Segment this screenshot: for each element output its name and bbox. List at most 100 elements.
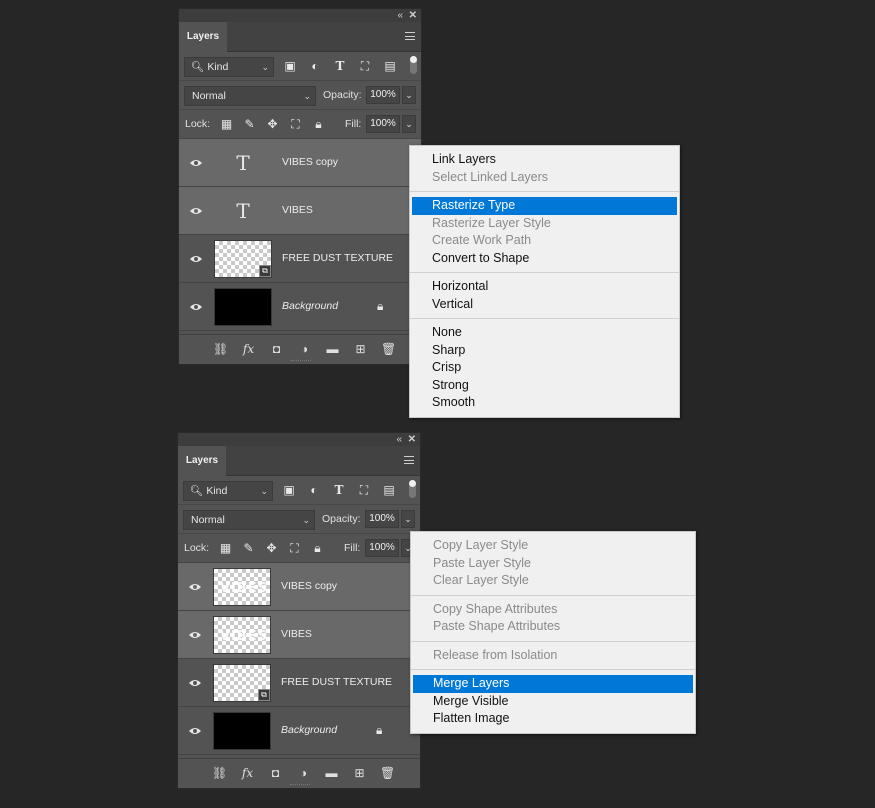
- menu-item-merge-visible[interactable]: Merge Visible: [413, 693, 693, 711]
- menu-item-none[interactable]: None: [412, 324, 677, 342]
- fill-chevron-icon[interactable]: ⌄: [402, 115, 416, 133]
- new-layer-icon[interactable]: ⊞: [353, 341, 368, 357]
- tab-layers[interactable]: Layers: [178, 446, 226, 476]
- blend-mode-select[interactable]: Normal ⌄: [184, 86, 316, 106]
- trash-icon[interactable]: 🗑︎: [381, 341, 396, 357]
- menu-item-horizontal[interactable]: Horizontal: [412, 278, 677, 296]
- image-filter-icon[interactable]: ▣: [283, 57, 297, 75]
- collapse-icon[interactable]: «: [397, 9, 403, 22]
- eye-icon[interactable]: [188, 676, 202, 690]
- menu-group: Link Layers Select Linked Layers: [410, 146, 679, 192]
- fill-label: Fill:: [344, 542, 361, 554]
- fill-label: Fill:: [345, 118, 362, 130]
- type-layer-thumb: T: [236, 151, 250, 175]
- close-icon[interactable]: ✕: [409, 9, 417, 22]
- menu-item-link-layers[interactable]: Link Layers: [412, 151, 677, 169]
- opacity-input[interactable]: 100%: [366, 86, 400, 104]
- eye-icon[interactable]: [189, 156, 203, 170]
- menu-item-convert-to-shape[interactable]: Convert to Shape: [412, 250, 677, 268]
- fx-icon[interactable]: fx: [241, 341, 256, 357]
- lock-all-icon[interactable]: 🔒︎: [311, 117, 326, 132]
- fill-input[interactable]: 100%: [365, 539, 399, 557]
- opacity-chevron-icon[interactable]: ⌄: [402, 86, 416, 104]
- layer-name: Background: [282, 300, 339, 312]
- menu-item-rasterize-type[interactable]: Rasterize Type: [412, 197, 677, 215]
- lock-all-icon[interactable]: 🔒︎: [310, 541, 325, 556]
- filter-kind-select[interactable]: 🔍︎ Kind ⌄: [183, 481, 273, 501]
- layer-row[interactable]: Background 🔒︎: [179, 283, 421, 331]
- eye-icon[interactable]: [188, 724, 202, 738]
- resize-grip[interactable]: [290, 784, 310, 787]
- filter-toggle[interactable]: [410, 56, 417, 74]
- link-icon[interactable]: ⛓: [212, 765, 227, 781]
- mask-icon[interactable]: ◘: [269, 341, 284, 357]
- filter-kind-select[interactable]: 🔍︎ Kind ⌄: [184, 57, 274, 77]
- layer-name: FREE DUST TEXTURE: [281, 676, 393, 688]
- type-filter-icon[interactable]: T: [332, 481, 346, 499]
- menu-item-flatten-image[interactable]: Flatten Image: [413, 710, 693, 728]
- eye-icon[interactable]: [188, 628, 202, 642]
- new-layer-icon[interactable]: ⊞: [352, 765, 367, 781]
- menu-item-create-work-path: Create Work Path: [432, 233, 532, 247]
- opacity-label: Opacity:: [322, 513, 361, 525]
- tab-layers[interactable]: Layers: [179, 22, 227, 52]
- layer-thumbnail: ⧉: [214, 240, 272, 278]
- lock-brush-icon[interactable]: ✎: [242, 117, 257, 132]
- eye-icon[interactable]: [189, 252, 203, 266]
- blend-mode-select[interactable]: Normal ⌄: [183, 510, 315, 530]
- shape-filter-icon[interactable]: ⛶: [357, 481, 371, 499]
- adjustment-filter-icon[interactable]: ◐: [308, 57, 322, 75]
- menu-item-crisp[interactable]: Crisp: [412, 359, 677, 377]
- layer-row[interactable]: Background 🔒︎: [178, 707, 420, 755]
- link-icon[interactable]: ⛓: [213, 341, 228, 357]
- menu-item-merge-layers[interactable]: Merge Layers: [413, 675, 693, 693]
- layer-row[interactable]: VIBES VIBES: [178, 611, 420, 659]
- fx-icon[interactable]: fx: [240, 765, 255, 781]
- filter-toggle[interactable]: [409, 480, 416, 498]
- opacity-chevron-icon[interactable]: ⌄: [401, 510, 415, 528]
- layer-row[interactable]: VIBES VIBES copy: [178, 563, 420, 611]
- smart-object-filter-icon[interactable]: ▤: [383, 57, 397, 75]
- menu-item-vertical[interactable]: Vertical: [412, 296, 677, 314]
- lock-artboard-icon[interactable]: ⛶: [288, 117, 303, 132]
- image-filter-icon[interactable]: ▣: [282, 481, 296, 499]
- blend-row: Normal ⌄ Opacity: 100% ⌄: [178, 505, 420, 534]
- lock-transparent-icon[interactable]: ▦: [219, 117, 234, 132]
- lock-position-icon[interactable]: ✥: [265, 117, 280, 132]
- menu-item-sharp[interactable]: Sharp: [412, 342, 677, 360]
- adjustment-layer-icon[interactable]: ◑: [297, 341, 312, 357]
- collapse-icon[interactable]: «: [396, 433, 402, 446]
- lock-icon: 🔒︎: [376, 723, 383, 737]
- layer-row[interactable]: ⧉ FREE DUST TEXTURE: [178, 659, 420, 707]
- panel-menu-icon[interactable]: [404, 456, 414, 464]
- close-icon[interactable]: ✕: [408, 433, 416, 446]
- lock-position-icon[interactable]: ✥: [264, 541, 279, 556]
- eye-icon[interactable]: [189, 300, 203, 314]
- eye-icon[interactable]: [188, 580, 202, 594]
- menu-item-smooth[interactable]: Smooth: [412, 394, 677, 412]
- context-menu-2: Copy Layer Style Paste Layer Style Clear L…: [410, 531, 696, 734]
- folder-icon[interactable]: ▬: [324, 765, 339, 781]
- type-filter-icon[interactable]: T: [333, 57, 347, 75]
- layer-row[interactable]: T VIBES copy: [179, 139, 421, 187]
- lock-artboard-icon[interactable]: ⛶: [287, 541, 302, 556]
- trash-icon[interactable]: 🗑︎: [380, 765, 395, 781]
- shape-filter-icon[interactable]: ⛶: [358, 57, 372, 75]
- menu-item-strong[interactable]: Strong: [412, 377, 677, 395]
- lock-transparent-icon[interactable]: ▦: [218, 541, 233, 556]
- fill-input[interactable]: 100%: [366, 115, 400, 133]
- panel-menu-icon[interactable]: [405, 32, 415, 40]
- adjustment-filter-icon[interactable]: ◐: [307, 481, 321, 499]
- menu-item-copy-layer-style: Copy Layer Style: [433, 538, 529, 552]
- folder-icon[interactable]: ▬: [325, 341, 340, 357]
- lock-brush-icon[interactable]: ✎: [241, 541, 256, 556]
- resize-grip[interactable]: [291, 360, 311, 363]
- mask-icon[interactable]: ◘: [268, 765, 283, 781]
- layer-row[interactable]: T VIBES: [179, 187, 421, 235]
- menu-group: Release from Isolation: [411, 642, 695, 670]
- eye-icon[interactable]: [189, 204, 203, 218]
- opacity-input[interactable]: 100%: [365, 510, 399, 528]
- smart-object-filter-icon[interactable]: ▤: [382, 481, 396, 499]
- adjustment-layer-icon[interactable]: ◑: [296, 765, 311, 781]
- layer-row[interactable]: ⧉ FREE DUST TEXTURE: [179, 235, 421, 283]
